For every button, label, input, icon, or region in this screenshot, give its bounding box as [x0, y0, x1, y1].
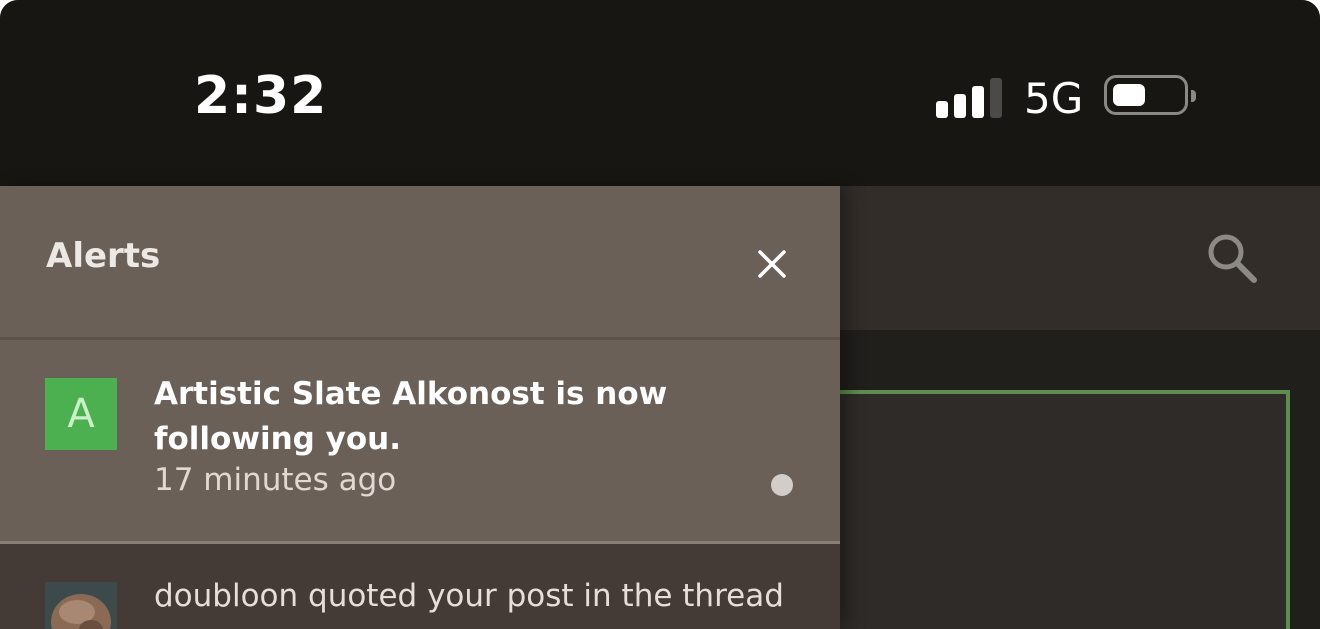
- search-icon[interactable]: [1206, 232, 1258, 284]
- status-bar: 2:32 5G: [0, 0, 1320, 186]
- alert-item-quote[interactable]: doubloon quoted your post in the thread: [0, 544, 840, 629]
- unread-dot-icon[interactable]: [771, 474, 793, 496]
- avatar[interactable]: A: [45, 378, 117, 450]
- content-card: [834, 390, 1290, 629]
- alerts-header: Alerts: [0, 186, 840, 340]
- alert-item-follow[interactable]: A Artistic Slate Alkonost is now followi…: [0, 340, 840, 544]
- alert-text[interactable]: Artistic Slate Alkonost is now following…: [154, 372, 714, 462]
- avatar[interactable]: [45, 582, 117, 629]
- close-icon[interactable]: [752, 244, 792, 284]
- alerts-panel: Alerts A Artistic Slate Alkonost is now …: [0, 186, 840, 629]
- alert-text[interactable]: doubloon quoted your post in the thread: [154, 578, 814, 614]
- alerts-title: Alerts: [46, 236, 161, 276]
- battery-icon: [1104, 75, 1196, 115]
- battery-level: [1113, 84, 1145, 106]
- status-time: 2:32: [194, 66, 328, 126]
- phone-screen: 2:32 5G Alerts A Artistic Slate Alkonost…: [0, 0, 1320, 629]
- network-type: 5G: [1024, 74, 1084, 123]
- cellular-signal-icon: [936, 76, 1004, 118]
- alert-time: 17 minutes ago: [154, 462, 397, 498]
